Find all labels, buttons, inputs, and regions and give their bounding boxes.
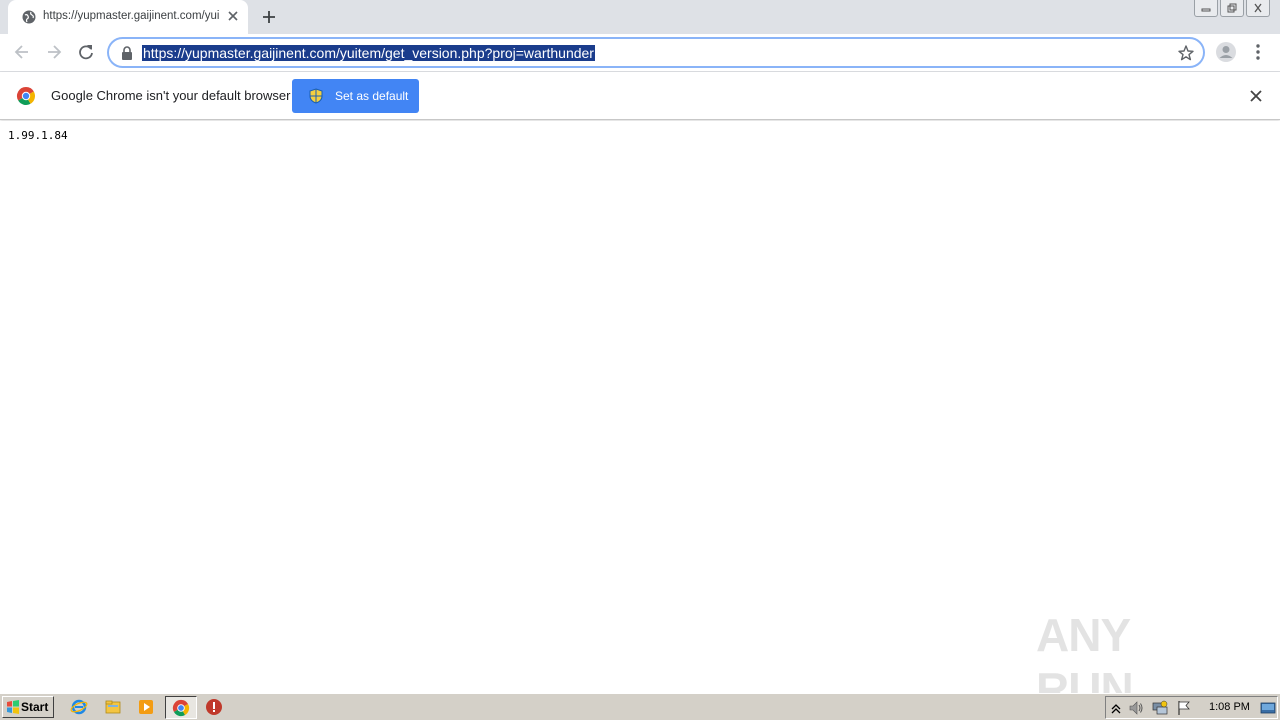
action-center-flag-icon[interactable] [1176, 700, 1192, 716]
browser-toolbar: https://yupmaster.gaijinent.com/yuitem/g… [0, 34, 1280, 72]
file-explorer-icon[interactable] [104, 698, 122, 716]
back-arrow-icon[interactable] [12, 42, 32, 62]
minimize-button[interactable] [1194, 0, 1218, 17]
browser-tab[interactable]: https://yupmaster.gaijinent.com/yuitem/g… [8, 0, 248, 34]
globe-icon [22, 10, 36, 24]
media-player-icon[interactable] [137, 698, 155, 716]
uac-shield-icon [309, 88, 323, 104]
minimize-icon [1201, 8, 1211, 12]
restore-icon [1227, 3, 1237, 13]
restore-button[interactable] [1220, 0, 1244, 17]
show-desktop-icon[interactable] [1260, 700, 1276, 716]
version-text: 1.99.1.84 [8, 129, 68, 142]
set-as-default-label: Set as default [335, 89, 409, 103]
show-hidden-icons-icon[interactable] [1108, 700, 1124, 716]
start-label: Start [21, 700, 49, 714]
address-bar[interactable]: https://yupmaster.gaijinent.com/yuitem/g… [108, 38, 1204, 67]
system-tray: 1:08 PM [1105, 696, 1278, 719]
chrome-icon [172, 699, 190, 717]
window-controls [1192, 0, 1270, 18]
taskbar-clock[interactable]: 1:08 PM [1209, 701, 1250, 713]
forward-arrow-icon[interactable] [44, 42, 64, 62]
new-tab-icon[interactable] [260, 8, 278, 26]
bookmark-star-icon[interactable] [1177, 44, 1195, 62]
page-content: 1.99.1.84 [0, 121, 1280, 692]
reload-icon[interactable] [76, 42, 96, 62]
internet-explorer-icon[interactable] [70, 698, 88, 716]
tab-title: https://yupmaster.gaijinent.com/yuitem/g… [43, 10, 219, 22]
set-as-default-button[interactable]: Set as default [292, 79, 419, 113]
tab-strip: https://yupmaster.gaijinent.com/yuitem/g… [0, 0, 1280, 34]
infobar-message: Google Chrome isn't your default browser [51, 88, 291, 103]
windows-taskbar: Start 1:08 PM [0, 693, 1280, 720]
menu-kebab-icon[interactable] [1252, 42, 1264, 62]
close-window-button[interactable] [1246, 0, 1270, 17]
profile-avatar-icon[interactable] [1215, 41, 1237, 63]
default-browser-infobar: Google Chrome isn't your default browser… [0, 72, 1280, 120]
network-icon[interactable] [1152, 700, 1168, 716]
close-tab-icon[interactable] [226, 9, 240, 23]
close-icon [1254, 3, 1262, 13]
url-text[interactable]: https://yupmaster.gaijinent.com/yuitem/g… [142, 45, 595, 61]
chrome-logo-icon [16, 87, 36, 106]
anyrun-watermark: ANY RUN [1036, 608, 1236, 715]
chrome-taskbar-button[interactable] [165, 696, 197, 719]
stop-sign-icon[interactable] [205, 698, 223, 716]
lock-icon[interactable] [121, 46, 133, 60]
windows-logo-icon [7, 700, 19, 714]
close-infobar-icon[interactable] [1249, 89, 1263, 103]
start-button[interactable]: Start [2, 696, 54, 718]
volume-icon[interactable] [1128, 700, 1144, 716]
